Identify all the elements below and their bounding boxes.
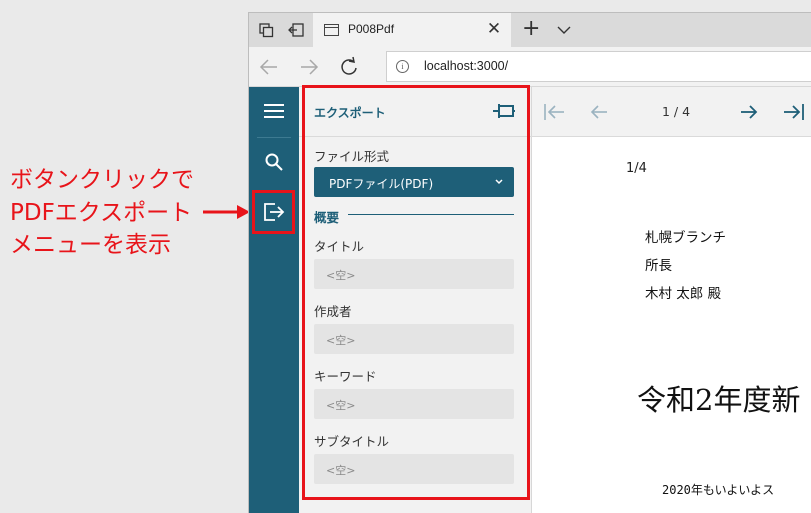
back-icon[interactable]: [257, 56, 281, 78]
url-text: localhost:3000/: [424, 59, 509, 73]
site-info-icon[interactable]: i: [396, 60, 409, 73]
address-field[interactable]: i localhost:3000/: [386, 51, 811, 82]
annotation-arrow-icon: [203, 205, 250, 219]
document-page-number: 1/4: [626, 161, 647, 176]
set-aside-tabs-icon[interactable]: [286, 20, 306, 40]
next-page-icon[interactable]: [737, 100, 761, 124]
tab-actions-icon[interactable]: [256, 20, 276, 40]
page-indicator: 1 / 4: [662, 104, 691, 119]
document-body-line-1: 2020年もいよいよス: [662, 483, 775, 497]
export-panel-highlight: [302, 85, 530, 500]
sidebar-divider: [257, 137, 291, 138]
viewer-toolbar: 1 / 4: [532, 87, 811, 137]
search-icon: [265, 153, 283, 171]
new-tab-icon[interactable]: +: [522, 18, 540, 40]
export-button-highlight: [252, 190, 295, 234]
forward-icon[interactable]: [297, 56, 321, 78]
refresh-icon[interactable]: [337, 56, 361, 78]
annotation-line-2: PDFエクスポート: [10, 199, 193, 226]
document-title: 令和2年度新: [637, 383, 801, 417]
annotation-callout: ボタンクリックで PDFエクスポート メニューを表示: [10, 164, 194, 262]
close-tab-icon[interactable]: ✕: [485, 20, 503, 38]
document-page: 1/4 札幌ブランチ 所長 木村 太郎 殿 令和2年度新 2020年もいよいよス: [532, 137, 811, 513]
document-addressee: 木村 太郎 殿: [645, 286, 722, 302]
document-branch: 札幌ブランチ: [645, 230, 726, 246]
address-bar-row: i localhost:3000/: [249, 47, 811, 87]
annotation-line-1: ボタンクリックで: [10, 167, 194, 193]
search-button[interactable]: [252, 140, 296, 184]
last-page-icon[interactable]: [780, 100, 804, 124]
page-icon: [324, 24, 339, 36]
tab-title: P008Pdf: [348, 22, 395, 36]
menu-button[interactable]: [252, 89, 296, 133]
document-viewer: 1 / 4 1/4 札幌ブランチ 所長 木村 太郎 殿 令和2年度新 2020年…: [532, 87, 811, 513]
browser-tab[interactable]: P008Pdf ✕: [313, 13, 511, 47]
first-page-icon[interactable]: [542, 100, 566, 124]
hamburger-menu-icon: [264, 104, 284, 118]
annotation-line-3: メニューを表示: [10, 232, 171, 258]
viewer-sidebar: [249, 87, 299, 513]
tab-strip: P008Pdf ✕ +: [249, 13, 811, 47]
previous-page-icon[interactable]: [587, 100, 611, 124]
chevron-down-icon[interactable]: [555, 21, 573, 39]
document-position: 所長: [645, 258, 672, 274]
